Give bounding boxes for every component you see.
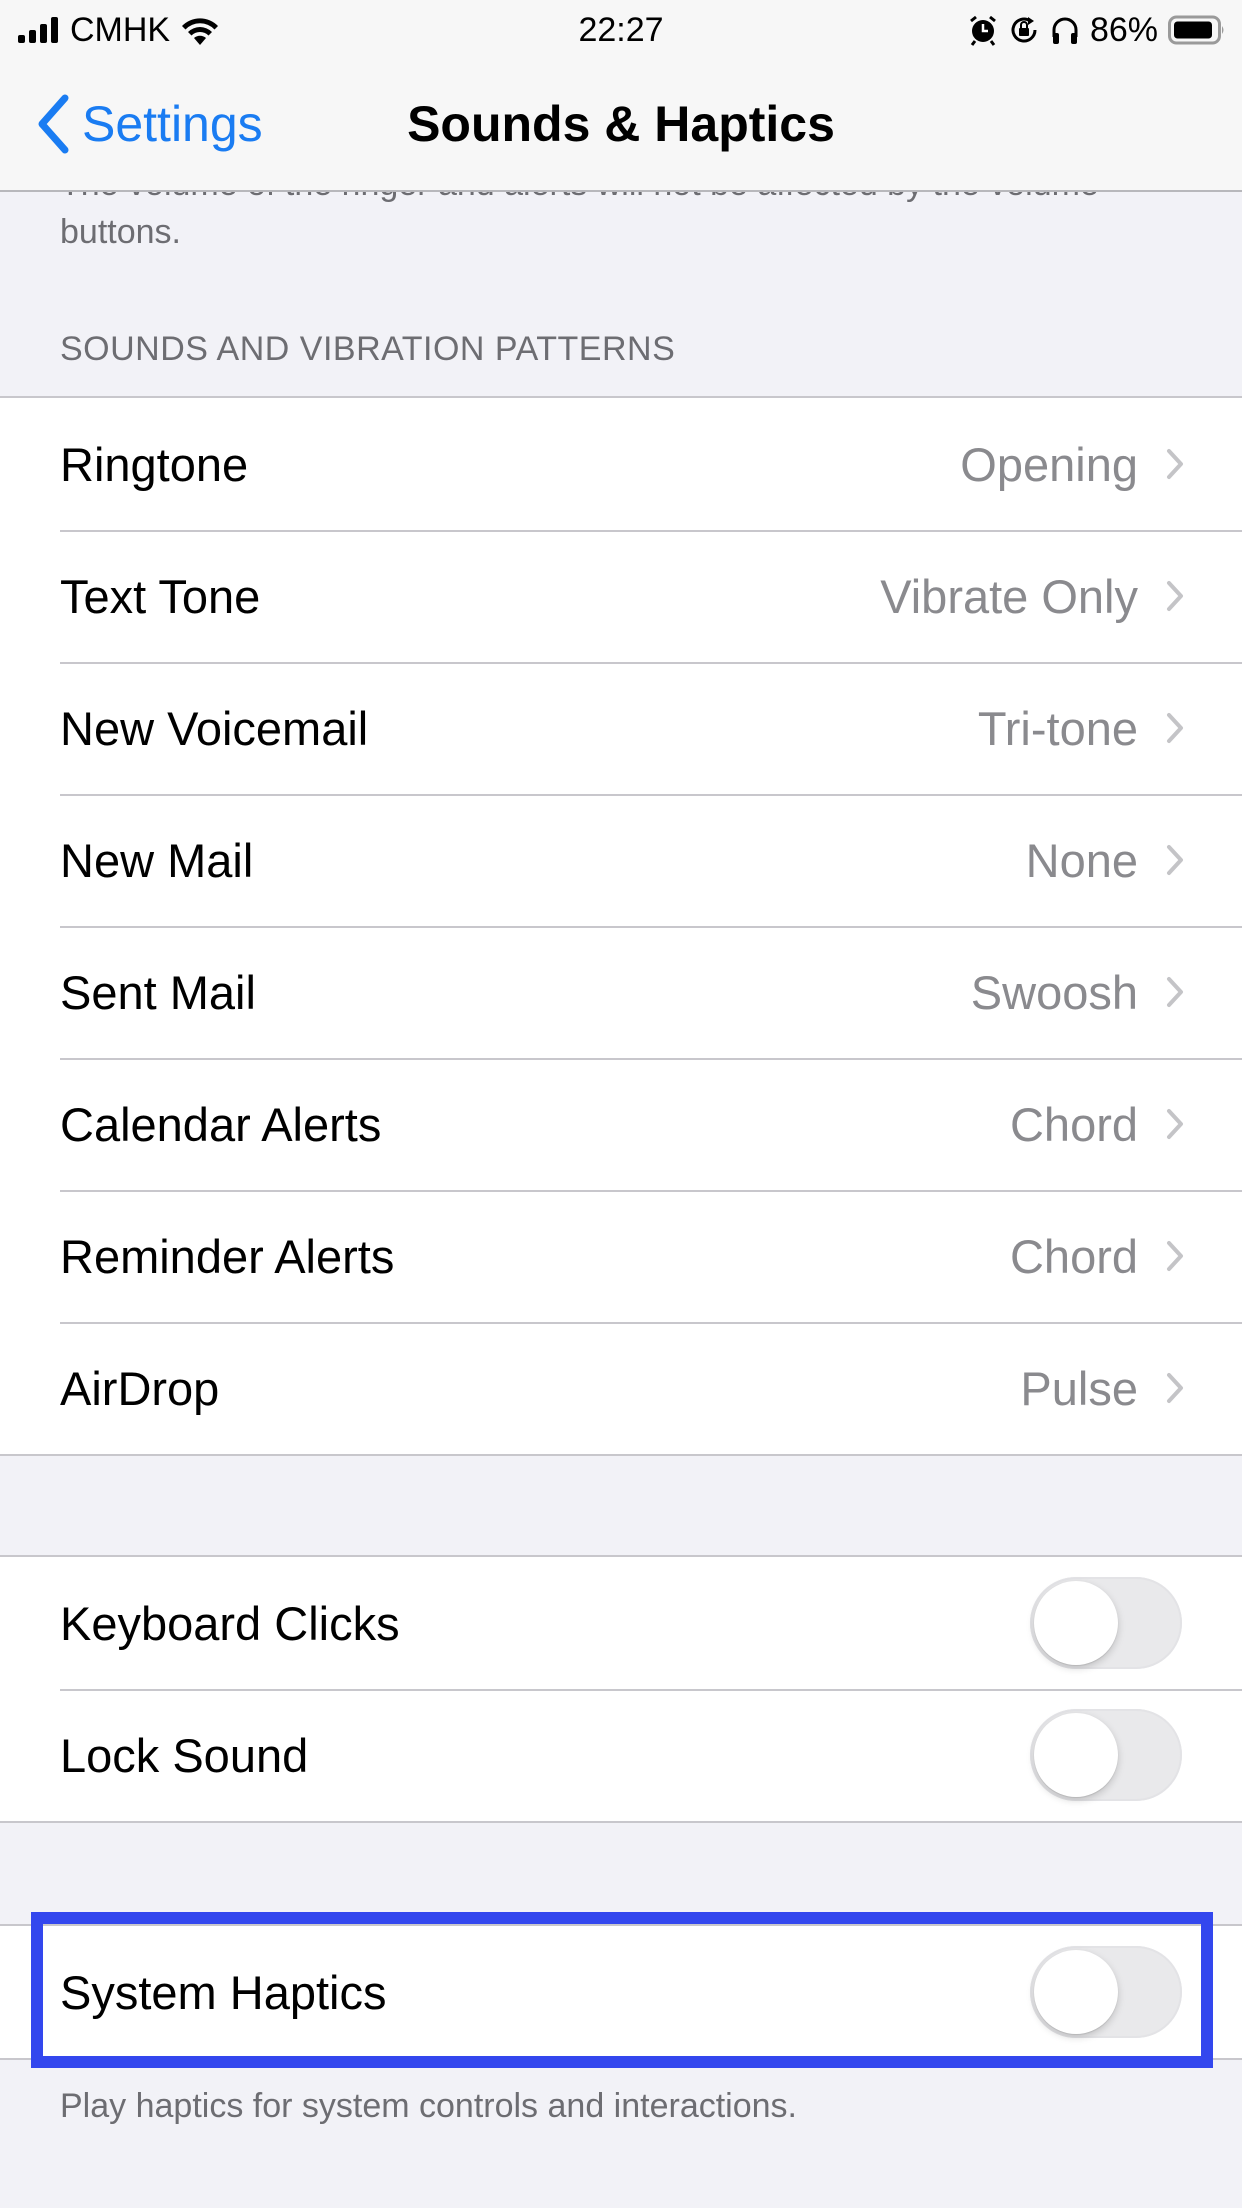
chevron-right-icon	[1167, 1109, 1183, 1139]
row-label: Lock Sound	[60, 1728, 309, 1782]
row-keyboard-clicks: Keyboard Clicks	[0, 1557, 1242, 1689]
toggle-knob	[1034, 1713, 1118, 1797]
row-calendar-alerts[interactable]: Calendar Alerts Chord	[0, 1058, 1242, 1190]
headphones-icon	[1052, 17, 1078, 44]
haptics-group: System Haptics	[0, 1924, 1242, 2060]
row-new-voicemail[interactable]: New Voicemail Tri-tone	[0, 662, 1242, 794]
row-label: Text Tone	[60, 569, 261, 623]
chevron-right-icon	[1167, 713, 1183, 743]
row-value: Pulse	[1020, 1361, 1138, 1415]
clicks-group: Keyboard Clicks Lock Sound	[0, 1555, 1242, 1823]
row-value: Opening	[960, 437, 1138, 491]
system-haptics-toggle[interactable]	[1030, 1946, 1182, 2038]
alarm-icon	[970, 15, 996, 46]
chevron-right-icon	[1167, 449, 1183, 479]
status-bar: CMHK 22:27 86%	[0, 0, 1242, 60]
toggle-knob	[1034, 1581, 1118, 1665]
row-lock-sound: Lock Sound	[0, 1689, 1242, 1821]
row-airdrop[interactable]: AirDrop Pulse	[0, 1322, 1242, 1454]
row-sent-mail[interactable]: Sent Mail Swoosh	[0, 926, 1242, 1058]
chevron-right-icon	[1167, 1241, 1183, 1271]
row-label: System Haptics	[60, 1965, 387, 2019]
row-value: Chord	[1009, 1229, 1138, 1283]
chevron-right-icon	[1167, 1373, 1183, 1403]
row-label: Calendar Alerts	[60, 1097, 382, 1151]
toggle-knob	[1034, 1950, 1118, 2034]
battery-percentage: 86%	[1089, 10, 1158, 49]
lock-sound-toggle[interactable]	[1030, 1709, 1182, 1801]
row-new-mail[interactable]: New Mail None	[0, 794, 1242, 926]
orientation-lock-icon	[1011, 17, 1037, 43]
row-value: None	[1025, 833, 1138, 887]
row-label: Reminder Alerts	[60, 1229, 395, 1283]
row-system-haptics: System Haptics	[0, 1926, 1242, 2058]
page-title: Sounds & Haptics	[407, 96, 835, 152]
row-value: Chord	[1009, 1097, 1138, 1151]
chevron-right-icon	[1167, 977, 1183, 1007]
row-reminder-alerts[interactable]: Reminder Alerts Chord	[0, 1190, 1242, 1322]
row-label: New Voicemail	[60, 701, 369, 755]
row-ringtone[interactable]: Ringtone Opening	[0, 398, 1242, 530]
battery-icon	[1168, 15, 1224, 45]
chevron-right-icon	[1167, 845, 1183, 875]
row-label: Ringtone	[60, 437, 249, 491]
row-label: AirDrop	[60, 1361, 220, 1415]
row-text-tone[interactable]: Text Tone Vibrate Only	[0, 530, 1242, 662]
sounds-group: Ringtone Opening Text Tone Vibrate Only …	[0, 396, 1242, 1456]
row-value: Vibrate Only	[880, 569, 1138, 623]
row-value: Tri-tone	[977, 701, 1138, 755]
row-label: Sent Mail	[60, 965, 256, 1019]
row-value: Swoosh	[970, 965, 1138, 1019]
navigation-bar: Settings Sounds & Haptics	[0, 60, 1242, 192]
keyboard-clicks-toggle[interactable]	[1030, 1577, 1182, 1669]
section-header-sounds: SOUNDS AND VIBRATION PATTERNS	[60, 330, 676, 368]
haptics-footnote: Play haptics for system controls and int…	[60, 2087, 797, 2125]
chevron-right-icon	[1167, 581, 1183, 611]
row-label: New Mail	[60, 833, 254, 887]
row-label: Keyboard Clicks	[60, 1596, 400, 1650]
